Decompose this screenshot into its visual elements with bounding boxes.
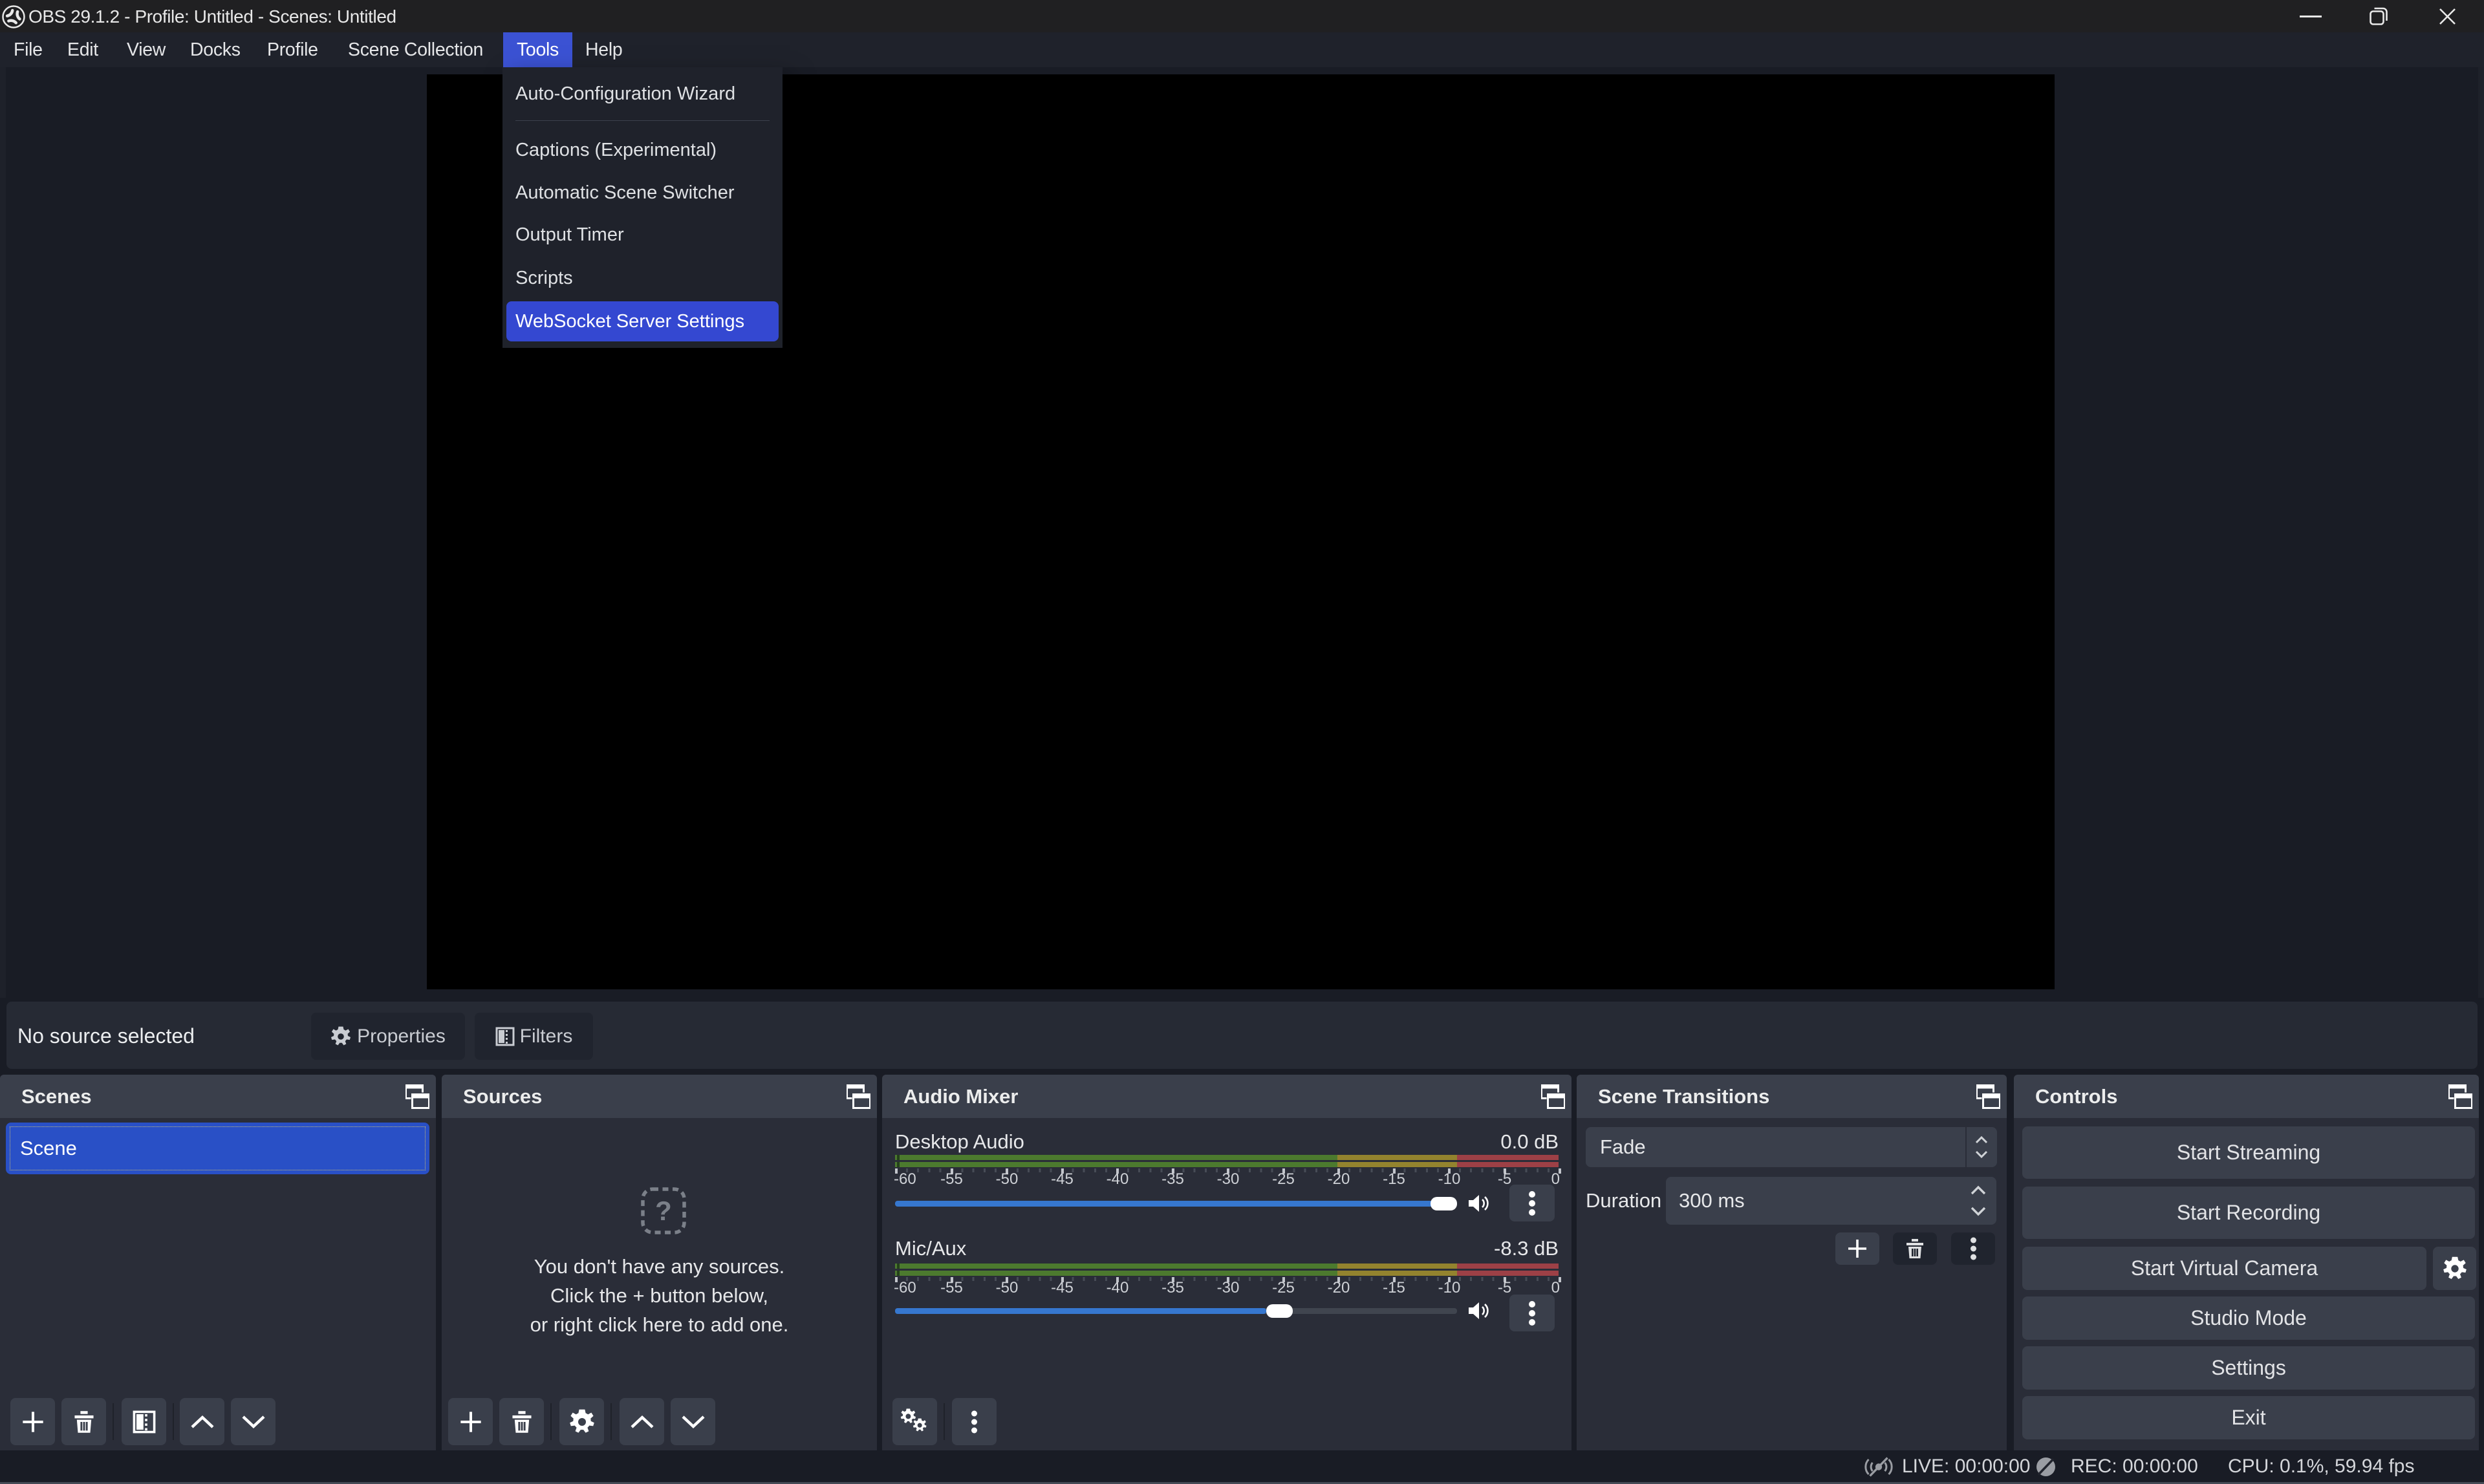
svg-text:?: ?: [655, 1196, 672, 1226]
